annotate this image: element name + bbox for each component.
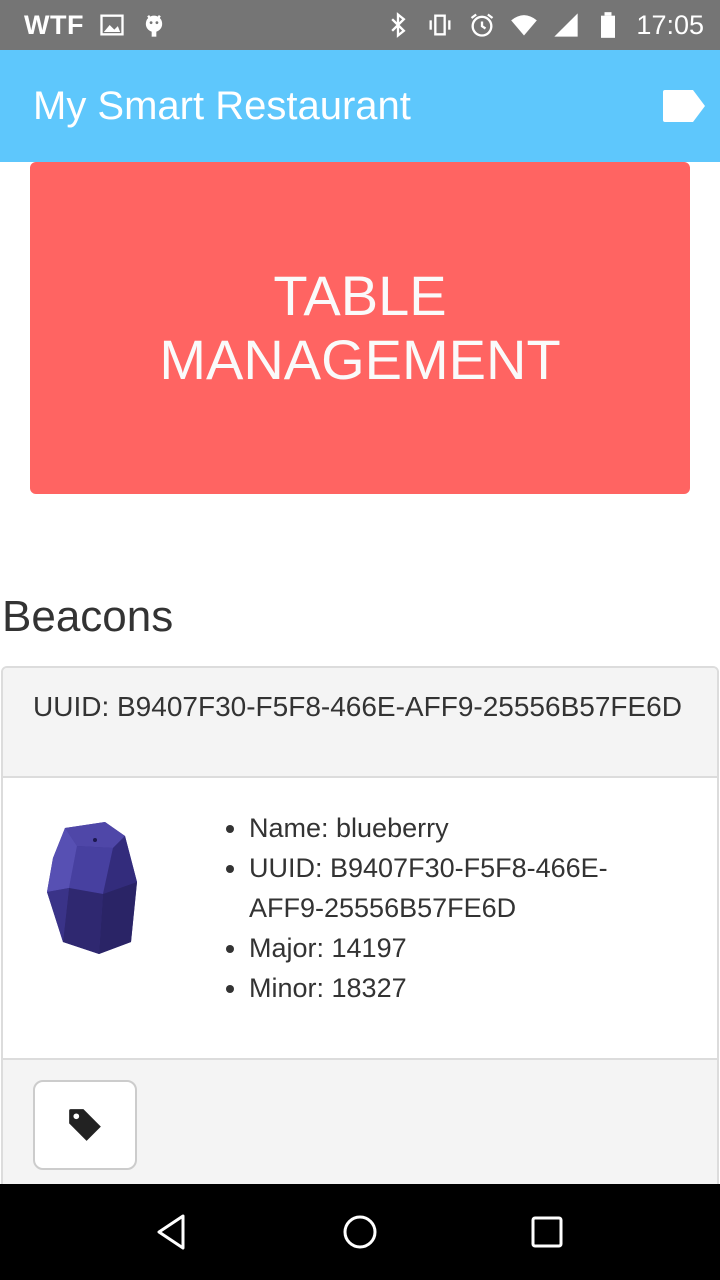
signal-icon: [552, 11, 580, 39]
table-management-button[interactable]: TABLE MANAGEMENT: [30, 162, 690, 494]
back-icon: [157, 1214, 185, 1250]
label-icon: [663, 90, 705, 122]
beacon-card: UUID: B9407F30-F5F8-466E-AFF9-25556B57FE…: [1, 666, 719, 1206]
status-bar-left: WTF: [24, 10, 168, 41]
android-icon: [140, 11, 168, 39]
tag-button[interactable]: [33, 1080, 137, 1170]
home-icon: [343, 1215, 377, 1249]
vibrate-icon: [426, 11, 454, 39]
clock: 17:05: [636, 9, 704, 40]
navigation-bar: [0, 1184, 720, 1280]
image-icon: [98, 11, 126, 39]
alarm-icon: [468, 11, 496, 39]
back-button[interactable]: [143, 1202, 203, 1262]
beacon-major: Major: 14197: [249, 928, 679, 968]
app-title: My Smart Restaurant: [33, 83, 411, 128]
beacon-name: Name: blueberry: [249, 808, 679, 848]
home-button[interactable]: [330, 1202, 390, 1262]
recents-button[interactable]: [517, 1202, 577, 1262]
beacon-minor: Minor: 18327: [249, 968, 679, 1008]
battery-icon: [594, 11, 622, 39]
status-bar-right: 17:05: [384, 10, 704, 41]
beacon-properties-list: Name: blueberry UUID: B9407F30-F5F8-466E…: [219, 808, 679, 1008]
beacon-card-header: UUID: B9407F30-F5F8-466E-AFF9-25556B57FE…: [3, 668, 717, 778]
section-title: Beacons: [2, 592, 174, 641]
beacon-card-body: Name: blueberry UUID: B9407F30-F5F8-466E…: [3, 778, 717, 1060]
app-bar: My Smart Restaurant: [0, 50, 720, 162]
label-action-button[interactable]: [660, 82, 708, 130]
beacon-uuid: UUID: B9407F30-F5F8-466E-AFF9-25556B57FE…: [249, 848, 679, 928]
recents-icon: [531, 1216, 563, 1248]
bluetooth-icon: [384, 11, 412, 39]
wifi-icon: [510, 11, 538, 39]
tag-icon: [69, 1109, 101, 1141]
beacon-icon: [47, 822, 137, 954]
carrier-label: WTF: [24, 9, 84, 40]
status-bar: WTF 17:05: [0, 0, 720, 50]
